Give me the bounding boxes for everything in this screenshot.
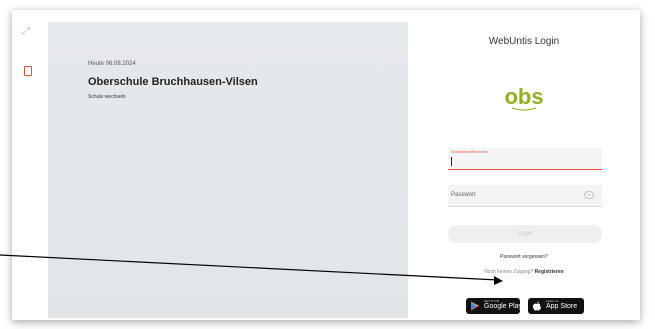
school-name: Oberschule Bruchhausen-Vilsen bbox=[88, 76, 258, 88]
app-store-badge[interactable]: Laden im App Store bbox=[528, 298, 584, 314]
username-label: Schulname/Benutzer bbox=[451, 149, 489, 154]
google-play-label: Google Play bbox=[484, 303, 523, 310]
show-password-eye-icon[interactable] bbox=[584, 191, 594, 199]
school-hero-panel: Heute 06.08.2024 Oberschule Bruchhausen-… bbox=[48, 22, 408, 318]
current-date: Heute 06.08.2024 bbox=[88, 61, 136, 67]
google-play-icon bbox=[471, 301, 479, 311]
username-field[interactable]: Schulname/Benutzer bbox=[448, 148, 602, 170]
login-button[interactable]: Login bbox=[448, 225, 602, 243]
register-link[interactable]: Registrieren bbox=[535, 269, 564, 275]
google-play-badge[interactable]: GET IT ON Google Play bbox=[466, 298, 523, 314]
password-field[interactable]: Passwort bbox=[448, 185, 602, 207]
document-icon[interactable] bbox=[24, 66, 32, 76]
forgot-password-link[interactable]: Passwort vergessen? bbox=[408, 254, 640, 260]
webuntis-window: ⤢ Heute 06.08.2024 Oberschule Bruchhause… bbox=[12, 10, 640, 320]
school-logo: obs bbox=[504, 84, 544, 111]
collapse-icon[interactable]: ⤢ bbox=[22, 26, 36, 38]
side-rail: ⤢ bbox=[12, 10, 48, 320]
school-logo-text: obs bbox=[504, 84, 543, 109]
app-store-label: App Store bbox=[546, 303, 578, 310]
no-access-text: Noch keinen Zugang? bbox=[484, 269, 534, 275]
password-placeholder: Passwort bbox=[451, 192, 476, 198]
login-panel: WebUntis Login obs Schulname/Benutzer Pa… bbox=[408, 10, 640, 320]
apple-icon bbox=[533, 301, 541, 311]
text-cursor bbox=[451, 157, 452, 166]
login-title: WebUntis Login bbox=[488, 36, 560, 47]
register-line: Noch keinen Zugang? Registrieren bbox=[408, 269, 640, 275]
switch-school-link[interactable]: Schule wechseln bbox=[88, 94, 126, 100]
